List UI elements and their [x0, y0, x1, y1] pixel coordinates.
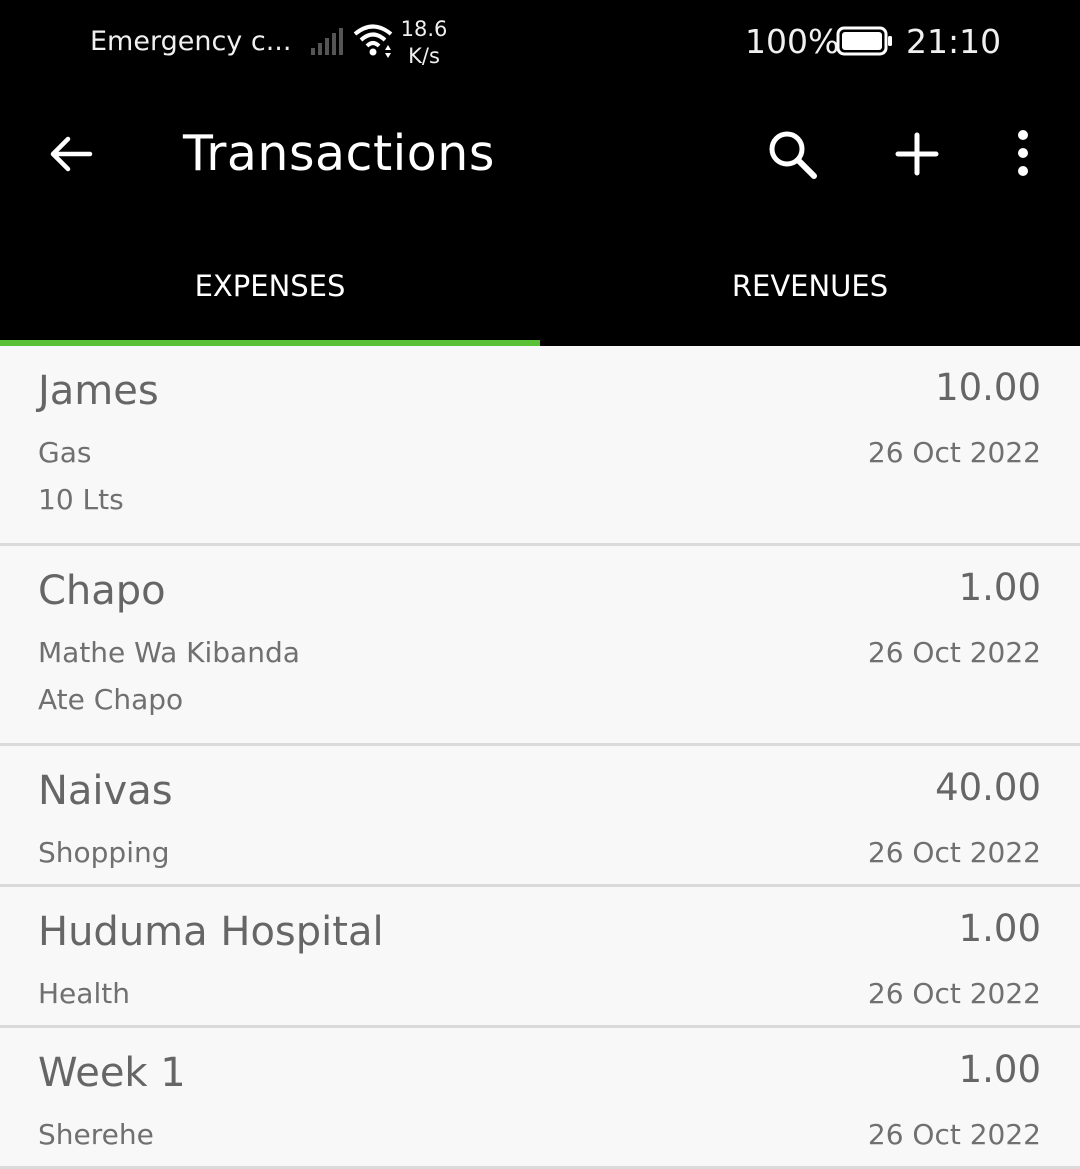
status-clock: 21:10	[906, 22, 1002, 61]
network-speed-value: 18.6	[400, 17, 448, 41]
transaction-name: Huduma Hospital	[38, 909, 384, 955]
battery-icon	[836, 26, 892, 56]
carrier-label: Emergency c...	[90, 26, 292, 57]
transaction-amount: 40.00	[935, 766, 1041, 809]
status-bar: Emergency c... 18.6 K/s 100% 21:10	[0, 0, 1080, 85]
transaction-date: 26 Oct 2022	[867, 1118, 1041, 1151]
app-bar: Transactions	[0, 85, 1080, 225]
transaction-category: Shopping	[38, 836, 170, 869]
signal-icon	[311, 28, 343, 55]
network-speed-unit: K/s	[408, 44, 440, 68]
transaction-name: Week 1	[38, 1050, 186, 1096]
transaction-category: Sherehe	[38, 1118, 154, 1151]
network-speed: 18.6 K/s	[400, 16, 448, 70]
search-icon[interactable]	[765, 127, 819, 181]
more-vert-icon[interactable]	[1005, 129, 1041, 179]
transaction-category: Health	[38, 977, 130, 1010]
back-arrow-icon[interactable]	[46, 129, 96, 179]
transaction-note: Ate Chapo	[38, 683, 184, 716]
tab-expenses[interactable]: EXPENSES	[0, 225, 540, 346]
transaction-name: Naivas	[38, 768, 173, 814]
wifi-icon	[353, 24, 393, 58]
transaction-date: 26 Oct 2022	[867, 636, 1041, 669]
transaction-date: 26 Oct 2022	[867, 836, 1041, 869]
transaction-category: Gas	[38, 436, 92, 469]
list-item[interactable]: Naivas 40.00 Shopping 26 Oct 2022	[0, 746, 1080, 887]
transaction-name: Chapo	[38, 568, 166, 614]
list-item[interactable]: Week 1 1.00 Sherehe 26 Oct 2022	[0, 1028, 1080, 1169]
transaction-category: Mathe Wa Kibanda	[38, 636, 300, 669]
page-title: Transactions	[183, 125, 495, 182]
tab-bar: EXPENSES REVENUES	[0, 225, 1080, 346]
transaction-amount: 10.00	[935, 366, 1041, 409]
list-item[interactable]: Huduma Hospital 1.00 Health 26 Oct 2022	[0, 887, 1080, 1028]
transaction-list: James 10.00 Gas 26 Oct 2022 10 Lts Chapo…	[0, 346, 1080, 1169]
list-item[interactable]: James 10.00 Gas 26 Oct 2022 10 Lts	[0, 346, 1080, 546]
transaction-date: 26 Oct 2022	[867, 977, 1041, 1010]
transaction-amount: 1.00	[958, 566, 1041, 609]
tab-revenues[interactable]: REVENUES	[540, 225, 1080, 346]
transaction-amount: 1.00	[958, 907, 1041, 950]
transaction-amount: 1.00	[958, 1048, 1041, 1091]
list-item[interactable]: Chapo 1.00 Mathe Wa Kibanda 26 Oct 2022 …	[0, 546, 1080, 746]
transaction-date: 26 Oct 2022	[867, 436, 1041, 469]
transaction-note: 10 Lts	[38, 483, 124, 516]
battery-percentage: 100%	[745, 22, 840, 61]
add-icon[interactable]	[892, 129, 942, 179]
transaction-name: James	[38, 368, 159, 414]
